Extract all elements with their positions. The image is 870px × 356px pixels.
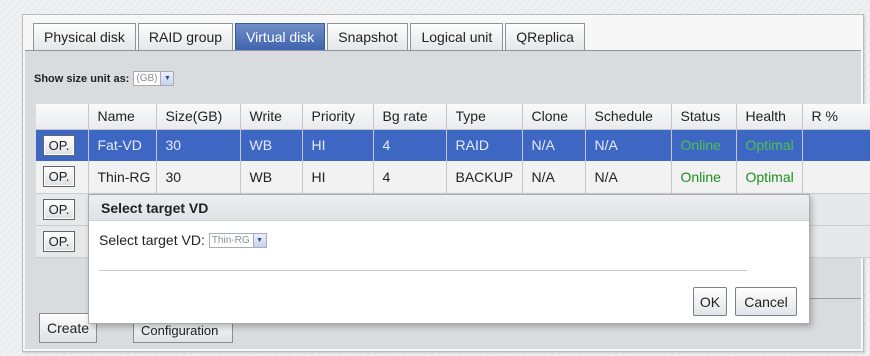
- tab-raid-group[interactable]: RAID group: [137, 23, 234, 50]
- dialog-divider: [99, 270, 747, 271]
- cell-schedule: N/A: [585, 129, 672, 161]
- target-vd-value: Thin-RG: [211, 234, 250, 246]
- tab-logical-unit[interactable]: Logical unit: [410, 23, 504, 50]
- tab-snapshot[interactable]: Snapshot: [327, 23, 409, 50]
- ok-button[interactable]: OK: [693, 287, 727, 316]
- cancel-button[interactable]: Cancel: [735, 287, 797, 316]
- col-header-priority[interactable]: Priority: [302, 104, 374, 130]
- col-header-health[interactable]: Health: [736, 104, 803, 130]
- col-header-size[interactable]: Size(GB): [156, 104, 241, 130]
- cell-bg-rate: 4: [373, 129, 447, 161]
- cell-clone: N/A: [522, 161, 586, 194]
- op-cell: OP.: [36, 193, 89, 226]
- cell-priority: HI: [302, 161, 374, 194]
- select-target-vd-dialog: Select target VD Select target VD: Thin-…: [88, 194, 810, 324]
- target-vd-field: Select target VD: Thin-RG ▼: [99, 232, 267, 248]
- cell-status: Online: [671, 161, 737, 194]
- op-cell: OP.: [36, 161, 89, 194]
- chevron-down-icon: ▼: [160, 72, 174, 85]
- size-unit-select[interactable]: (GB) ▼: [133, 71, 175, 86]
- target-vd-select[interactable]: Thin-RG ▼: [208, 232, 267, 248]
- cell-schedule: N/A: [585, 161, 672, 194]
- table-header-row: Name Size(GB) Write Priority Bg rate Typ…: [36, 104, 870, 130]
- table-row[interactable]: OP. Fat-VD 30 WB HI 4 RAID N/A N/A Onlin…: [36, 129, 870, 161]
- target-vd-label: Select target VD:: [99, 232, 205, 248]
- col-header-type[interactable]: Type: [446, 104, 523, 130]
- cell-size: 30: [156, 129, 241, 161]
- cell-name: Fat-VD: [88, 129, 157, 161]
- col-header-op: [36, 104, 89, 130]
- op-cell: OP.: [36, 129, 89, 161]
- cell-priority: HI: [302, 129, 374, 161]
- tab-physical-disk[interactable]: Physical disk: [33, 23, 136, 50]
- op-button[interactable]: OP.: [43, 166, 75, 188]
- col-header-status[interactable]: Status: [671, 104, 737, 130]
- tab-bar: Physical disk RAID group Virtual disk Sn…: [33, 23, 585, 50]
- op-button[interactable]: OP.: [43, 134, 75, 156]
- cell-r-pct: [802, 161, 870, 194]
- chevron-down-icon: ▼: [252, 233, 266, 247]
- op-button[interactable]: OP.: [43, 230, 75, 252]
- cell-write: WB: [240, 161, 303, 194]
- col-header-bg-rate[interactable]: Bg rate: [373, 104, 447, 130]
- size-unit-label: Show size unit as:: [34, 72, 130, 85]
- tab-qreplica[interactable]: QReplica: [505, 23, 585, 50]
- cell-type: BACKUP: [446, 161, 523, 194]
- op-cell: OP.: [36, 225, 89, 258]
- col-header-write[interactable]: Write: [240, 104, 303, 130]
- col-header-name[interactable]: Name: [88, 104, 157, 130]
- dialog-title: Select target VD: [89, 195, 809, 221]
- cell-size: 30: [156, 161, 241, 194]
- size-unit-value: (GB): [136, 73, 158, 84]
- cell-write: WB: [240, 129, 303, 161]
- cell-bg-rate: 4: [373, 161, 447, 194]
- cell-health: Optimal: [736, 129, 803, 161]
- size-unit-row: Show size unit as: (GB) ▼: [34, 71, 175, 86]
- tab-virtual-disk[interactable]: Virtual disk: [235, 23, 326, 50]
- col-header-clone[interactable]: Clone: [522, 104, 586, 130]
- cell-type: RAID: [446, 129, 523, 161]
- cell-r-pct: [802, 129, 870, 161]
- table-row[interactable]: OP. Thin-RG 30 WB HI 4 BACKUP N/A N/A On…: [36, 161, 870, 194]
- cell-status: Online: [671, 129, 737, 161]
- op-button[interactable]: OP.: [43, 198, 75, 220]
- col-header-r-pct[interactable]: R %: [802, 104, 870, 130]
- cell-health: Optimal: [736, 161, 803, 194]
- col-header-schedule[interactable]: Schedule: [585, 104, 672, 130]
- cell-clone: N/A: [522, 129, 586, 161]
- cell-name: Thin-RG: [88, 161, 157, 194]
